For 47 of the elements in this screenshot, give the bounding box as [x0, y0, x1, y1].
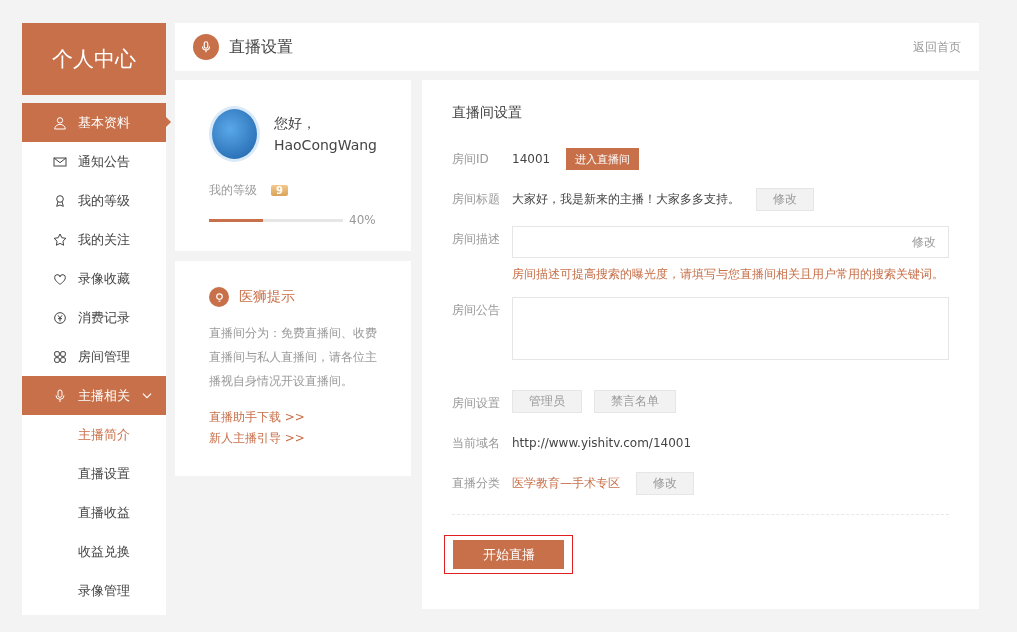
sidebar-subitem[interactable]: 直播收益 [22, 493, 166, 532]
field-label: 当前域名 [452, 435, 500, 452]
enter-room-button[interactable]: 进入直播间 [566, 148, 640, 170]
greeting: 您好， [273, 114, 317, 133]
sidebar-item[interactable]: 主播相关 [22, 376, 166, 415]
sidebar-subitem[interactable]: 直播设置 [22, 454, 166, 493]
settings-button[interactable]: 禁言名单 [594, 390, 676, 413]
field-label: 直播分类 [452, 475, 500, 492]
field-label: 房间ID [452, 151, 490, 168]
level-badge: 9 [271, 185, 288, 196]
level-label: 我的等级 [209, 182, 257, 199]
tips-link[interactable]: 新人主播引导 >> [209, 430, 377, 447]
room-id: 14001 [512, 151, 551, 168]
yen-coin-icon [52, 309, 68, 326]
announcement-field[interactable] [512, 297, 949, 360]
progress-percent: 40% [349, 213, 376, 227]
edit-button[interactable]: 修改 [636, 471, 694, 495]
sidebar-subitem[interactable]: 收益兑换 [22, 532, 166, 571]
field-label: 房间标题 [452, 191, 500, 208]
tips-link[interactable]: 直播助手下载 >> [209, 409, 377, 426]
back-home-link[interactable]: 返回首页 [913, 38, 961, 56]
tips-text: 直播间分为：免费直播间、收费直播间与私人直播间，请各位主播视自身情况开设直播间。 [209, 325, 377, 390]
field-label: 房间公告 [452, 302, 500, 319]
username: HaoCongWang [273, 136, 377, 155]
sidebar-title: 个人中心 [22, 23, 166, 95]
page-title: 直播设置 [229, 36, 294, 58]
description-field[interactable]: 修改 [512, 226, 949, 258]
category-link[interactable]: 医学教育—手术专区 [512, 470, 620, 496]
lightbulb-icon [209, 287, 229, 307]
settings-button[interactable]: 管理员 [512, 390, 582, 413]
microphone-icon [193, 34, 219, 60]
star-icon [52, 231, 68, 248]
edit-link[interactable]: 修改 [912, 233, 936, 251]
sidebar-subitem[interactable]: 主播简介 [22, 415, 166, 454]
user-icon [52, 114, 68, 131]
section-title: 直播间设置 [452, 104, 523, 122]
edit-button[interactable]: 修改 [756, 187, 814, 211]
room-title: 大家好，我是新来的主播！大家多多支持。 [512, 191, 740, 208]
tips-title: 医狮提示 [239, 288, 295, 306]
field-label: 房间设置 [452, 395, 500, 412]
microphone-icon [52, 387, 68, 404]
hint-text: 房间描述可提高搜索的曝光度，请填写与您直播间相关且用户常用的搜索关键词。 [512, 266, 945, 283]
field-label: 房间描述 [452, 231, 500, 248]
domain-url: http://www.yishitv.com/14001 [512, 435, 692, 452]
start-live-button[interactable]: 开始直播 [453, 540, 564, 569]
sidebar-subitem[interactable]: 录像管理 [22, 571, 166, 610]
grid-icon [52, 348, 68, 365]
